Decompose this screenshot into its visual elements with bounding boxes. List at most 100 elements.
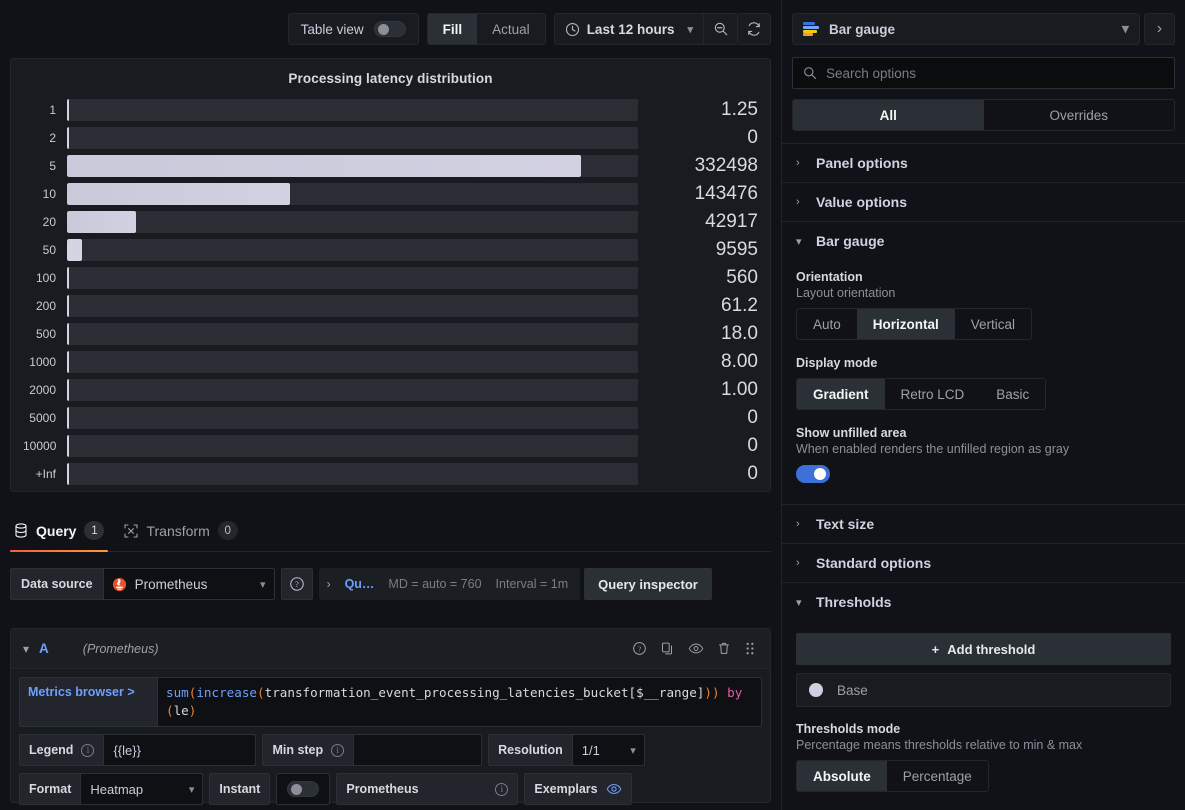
info-icon: i <box>331 743 345 757</box>
orientation-horizontal[interactable]: Horizontal <box>856 309 955 339</box>
fill-option[interactable]: Fill <box>427 14 478 44</box>
collapse-options-pane-button[interactable]: › <box>1143 13 1175 45</box>
help-circle-icon: ? <box>289 577 304 591</box>
actual-option[interactable]: Actual <box>477 14 545 44</box>
bar-gauge-category-label: 1 <box>49 103 56 117</box>
viz-type-label: Bar gauge <box>829 21 896 37</box>
section-header-panel-options[interactable]: › Panel options <box>782 144 1185 182</box>
data-source-label: Data source <box>10 568 103 600</box>
duplicate-icon[interactable] <box>660 641 675 656</box>
time-range-label: Last 12 hours <box>586 21 675 37</box>
section-title: Bar gauge <box>816 233 885 249</box>
unfilled-area-switch[interactable] <box>796 465 830 483</box>
bar-gauge-track <box>67 127 638 149</box>
unfilled-area-desc: When enabled renders the unfilled region… <box>796 442 1070 456</box>
orientation-desc: Layout orientation <box>796 286 896 300</box>
bar-gauge-row: 200 61.2 <box>23 292 758 320</box>
display-mode-retro-lcd[interactable]: Retro LCD <box>885 379 981 409</box>
query-inspector-button[interactable]: Query inspector <box>584 568 712 600</box>
time-range-picker[interactable]: Last 12 hours ▾ <box>553 13 703 45</box>
bar-gauge-row: 500 18.0 <box>23 320 758 348</box>
section-title: Thresholds <box>816 594 892 610</box>
table-view-switch[interactable] <box>373 21 406 37</box>
options-filter-tabs: All Overrides <box>792 99 1175 131</box>
bar-gauge-value: 61.2 <box>721 295 758 316</box>
section-header-bar-gauge[interactable]: ▾ Bar gauge <box>782 222 1185 260</box>
options-pane: Bar gauge ▾ › Search options All Overrid… <box>781 0 1185 810</box>
search-icon <box>804 67 816 79</box>
fill-actual-segmented[interactable]: Fill Actual <box>426 13 546 45</box>
resolution-select[interactable]: 1/1 ▾ <box>572 734 645 766</box>
promql-code-editor[interactable]: sum(increase(transformation_event_proces… <box>157 677 762 727</box>
query-type-field[interactable]: Prometheus i <box>336 773 519 805</box>
orientation-vertical[interactable]: Vertical <box>955 309 1031 339</box>
tab-all[interactable]: All <box>793 100 984 130</box>
thresholds-mode-absolute[interactable]: Absolute <box>797 761 887 791</box>
legend-input[interactable]: {{le}} <box>104 734 257 766</box>
chevron-down-icon: ▾ <box>188 783 195 796</box>
thresholds-mode-percentage[interactable]: Percentage <box>887 761 988 791</box>
tab-transform[interactable]: Transform 0 <box>120 521 253 551</box>
format-select[interactable]: Heatmap ▾ <box>81 773 204 805</box>
display-mode-gradient[interactable]: Gradient <box>797 379 885 409</box>
orientation-auto[interactable]: Auto <box>797 309 857 339</box>
format-label: Format <box>29 782 72 796</box>
query-options-collapsed[interactable]: › Qu… MD = auto = 760 Interval = 1m <box>318 568 581 600</box>
bar-gauge-fill <box>67 463 69 485</box>
bar-gauge-value: 0 <box>747 407 758 428</box>
query-ref-id[interactable]: A <box>39 641 49 656</box>
drag-handle-icon[interactable] <box>744 641 756 656</box>
resolution-field[interactable]: Resolution 1/1 ▾ <box>488 734 645 766</box>
min-step-input[interactable] <box>354 734 483 766</box>
threshold-row-base[interactable]: Base <box>796 673 1171 707</box>
instant-toggle[interactable] <box>276 773 331 805</box>
section-thresholds: ▾ Thresholds + Add threshold Base Thresh… <box>782 582 1185 808</box>
instant-field[interactable]: Instant <box>209 773 271 805</box>
bar-gauge-fill <box>67 295 69 317</box>
trash-icon[interactable] <box>717 641 731 656</box>
zoom-out-button[interactable] <box>703 13 737 45</box>
tab-query[interactable]: Query 1 <box>10 521 120 552</box>
metrics-browser-button[interactable]: Metrics browser > <box>19 677 157 727</box>
editor-toolbar: Table view Fill Actual Last 12 hours ▾ <box>0 0 781 58</box>
section-title: Standard options <box>816 555 932 571</box>
search-options-field[interactable]: Search options <box>792 57 1175 89</box>
exemplars-field[interactable]: Exemplars <box>524 773 632 805</box>
instant-switch[interactable] <box>287 781 320 797</box>
bar-gauge-fill <box>67 127 69 149</box>
bar-gauge-category-label: 500 <box>35 327 56 341</box>
section-header-text-size[interactable]: › Text size <box>782 505 1185 543</box>
table-view-toggle-group[interactable]: Table view <box>287 13 419 45</box>
bar-gauge-category-label: 5 <box>49 159 56 173</box>
query-row-actions: ? <box>632 641 756 656</box>
help-circle-icon[interactable]: ? <box>632 641 647 656</box>
min-step-field[interactable]: Min step i <box>262 734 483 766</box>
bar-gauge-fill <box>67 239 82 261</box>
add-threshold-button[interactable]: + Add threshold <box>796 633 1171 665</box>
data-source-select[interactable]: Prometheus ▾ <box>102 568 275 600</box>
data-source-value: Prometheus <box>134 576 208 592</box>
eye-icon[interactable] <box>606 782 622 796</box>
display-mode-basic[interactable]: Basic <box>980 379 1045 409</box>
section-header-thresholds[interactable]: ▾ Thresholds <box>782 583 1185 621</box>
chevron-down-icon[interactable]: ▾ <box>23 642 29 656</box>
query-options-row-2: Format Heatmap ▾ Instant Prometheus i Ex… <box>19 773 762 805</box>
refresh-button[interactable] <box>737 13 771 45</box>
query-row-header: ▾ A (Prometheus) ? <box>11 629 770 669</box>
color-swatch-icon[interactable] <box>809 683 823 697</box>
section-body-thresholds: + Add threshold Base Thresholds mode Per… <box>782 621 1185 808</box>
legend-field[interactable]: Legend i {{le}} <box>19 734 257 766</box>
thresholds-mode-title: Thresholds mode <box>796 722 901 736</box>
bar-gauge-category-label: 1000 <box>29 355 56 369</box>
section-value-options: › Value options <box>782 182 1185 221</box>
datasource-help-button[interactable]: ? <box>280 568 313 600</box>
visualization-picker[interactable]: Bar gauge ▾ <box>792 13 1140 45</box>
tab-overrides[interactable]: Overrides <box>984 100 1175 130</box>
bar-gauge-value: 42917 <box>705 211 758 232</box>
section-header-value-options[interactable]: › Value options <box>782 183 1185 221</box>
section-header-standard-options[interactable]: › Standard options <box>782 544 1185 582</box>
eye-icon[interactable] <box>688 641 704 656</box>
bar-gauge-value: 0 <box>747 435 758 456</box>
format-field[interactable]: Format Heatmap ▾ <box>19 773 204 805</box>
section-body-bar-gauge: Orientation Layout orientation Auto Hori… <box>782 260 1185 504</box>
